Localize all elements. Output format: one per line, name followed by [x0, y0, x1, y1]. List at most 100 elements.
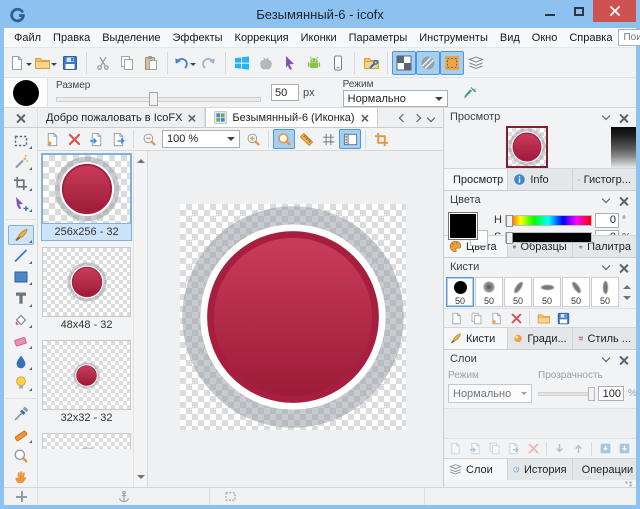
tool-marker[interactable] [8, 425, 34, 445]
editor-canvas[interactable] [148, 151, 443, 487]
new-brush-button[interactable] [447, 310, 465, 326]
icon-size-item-256[interactable]: 256x256 - 32 [42, 154, 131, 240]
add-image-button[interactable] [41, 129, 63, 149]
tab-brushes[interactable]: Кисти [444, 328, 508, 349]
menu-effects[interactable]: Эффекты [167, 32, 229, 44]
menu-help[interactable]: Справка [563, 32, 618, 44]
new-button[interactable] [8, 51, 33, 75]
tab-close-icon[interactable] [360, 114, 367, 121]
save-button[interactable] [58, 51, 82, 75]
scroll-down-icon[interactable] [137, 475, 145, 483]
tab-scroll-right-button[interactable] [411, 109, 423, 127]
layers-list[interactable] [444, 408, 636, 439]
menu-file[interactable]: Файл [8, 32, 47, 44]
tab-operations[interactable]: Операции [573, 459, 636, 480]
tab-layers[interactable]: Слои [444, 459, 508, 480]
tool-shape[interactable] [8, 310, 34, 330]
menu-parameters[interactable]: Параметры [343, 32, 414, 44]
tool-move[interactable] [8, 194, 34, 214]
tool-color-picker[interactable] [8, 404, 34, 424]
open-button[interactable] [33, 51, 58, 75]
size-slider-thumb[interactable] [149, 92, 158, 106]
brush-item-horizontal[interactable]: 50 [533, 277, 561, 307]
opacity-slider[interactable] [538, 392, 594, 396]
tab-close-icon[interactable] [188, 114, 195, 121]
windows-icons-button[interactable] [230, 51, 254, 75]
tab-list-button[interactable] [425, 109, 437, 127]
size-slider[interactable] [56, 92, 261, 106]
tab-scroll-left-button[interactable] [397, 109, 409, 127]
menu-view[interactable]: Вид [494, 32, 526, 44]
flatten-button[interactable] [616, 441, 633, 457]
layers-toggle[interactable] [464, 51, 488, 75]
copy-layer-button[interactable] [505, 441, 522, 457]
menu-window[interactable]: Окно [526, 32, 564, 44]
grid-toggle[interactable] [317, 129, 339, 149]
saturation-slider[interactable] [505, 232, 592, 243]
merge-down-button[interactable] [596, 441, 613, 457]
import-layer-button[interactable] [466, 441, 483, 457]
paste-button[interactable] [139, 51, 163, 75]
tool-pan[interactable] [8, 467, 34, 487]
tab-preview[interactable]: Просмотр [444, 169, 508, 190]
color-swatches[interactable] [448, 212, 488, 248]
tool-zoom[interactable] [8, 446, 34, 466]
export-image-button[interactable] [107, 129, 129, 149]
selection-overlay-toggle[interactable] [440, 51, 464, 75]
hue-value-input[interactable]: 0 [595, 213, 619, 228]
close-panel-button[interactable] [4, 108, 38, 127]
search-input[interactable] [618, 29, 640, 46]
add-tool-cell[interactable] [4, 488, 38, 505]
resource-editor-button[interactable] [359, 51, 383, 75]
minimize-button[interactable] [535, 0, 564, 22]
scroll-up-icon[interactable] [137, 155, 145, 163]
tool-selection[interactable] [8, 131, 34, 151]
new-layer-button[interactable] [447, 441, 464, 457]
copy-brush-button[interactable] [467, 310, 485, 326]
hue-slider[interactable] [505, 215, 592, 226]
tab-gradient[interactable]: Гради... [508, 328, 572, 349]
tool-line[interactable] [8, 246, 34, 266]
saturation-slider-thumb[interactable] [506, 232, 513, 244]
brush-item-round[interactable]: 50 [446, 277, 474, 307]
icon-size-item-partial[interactable] [42, 433, 131, 449]
transparency-toggle[interactable] [392, 51, 416, 75]
mask-toggle[interactable] [416, 51, 440, 75]
tool-crop[interactable] [8, 173, 34, 193]
hue-slider-thumb[interactable] [506, 215, 513, 227]
cursor-button[interactable] [278, 51, 302, 75]
menu-icons[interactable]: Иконки [295, 32, 343, 44]
cut-button[interactable] [91, 51, 115, 75]
antialias-button[interactable] [458, 81, 482, 105]
move-layer-down-button[interactable] [551, 441, 568, 457]
menu-tools[interactable]: Инструменты [413, 32, 494, 44]
panel-close-icon[interactable] [619, 355, 628, 364]
crop-canvas-button[interactable] [370, 129, 392, 149]
undo-button[interactable] [172, 51, 197, 75]
brush-scroll-up-icon[interactable] [623, 281, 631, 289]
resize-grip[interactable] [625, 481, 633, 487]
tab-document[interactable]: Безымянный-6 (Иконка) [205, 108, 377, 127]
panel-close-icon[interactable] [619, 196, 628, 205]
android-button[interactable] [302, 51, 326, 75]
save-brushes-button[interactable] [554, 310, 572, 326]
duplicate-layer-button[interactable] [486, 441, 503, 457]
icon-list-scrollbar[interactable] [133, 151, 147, 487]
load-brushes-button[interactable] [534, 310, 552, 326]
menu-correction[interactable]: Коррекция [229, 32, 295, 44]
brush-item-diagonal2[interactable]: 50 [562, 277, 590, 307]
zoom-level-select[interactable]: 100 % [162, 130, 240, 148]
fit-zoom-toggle[interactable] [273, 129, 295, 149]
delete-image-button[interactable] [63, 129, 85, 149]
tab-welcome[interactable]: Добро пожаловать в IcoFX [38, 108, 205, 127]
zoom-in-button[interactable] [242, 129, 264, 149]
panel-collapse-icon[interactable] [602, 111, 610, 119]
ruler-toggle[interactable] [295, 129, 317, 149]
panel-collapse-icon[interactable] [602, 353, 610, 361]
size-value-input[interactable]: 50 [271, 84, 299, 101]
tool-brush[interactable] [8, 225, 34, 245]
phone-button[interactable] [326, 51, 350, 75]
brush-item-diagonal1[interactable]: 50 [504, 277, 532, 307]
edit-brush-button[interactable] [487, 310, 505, 326]
tab-history[interactable]: История [508, 459, 572, 480]
